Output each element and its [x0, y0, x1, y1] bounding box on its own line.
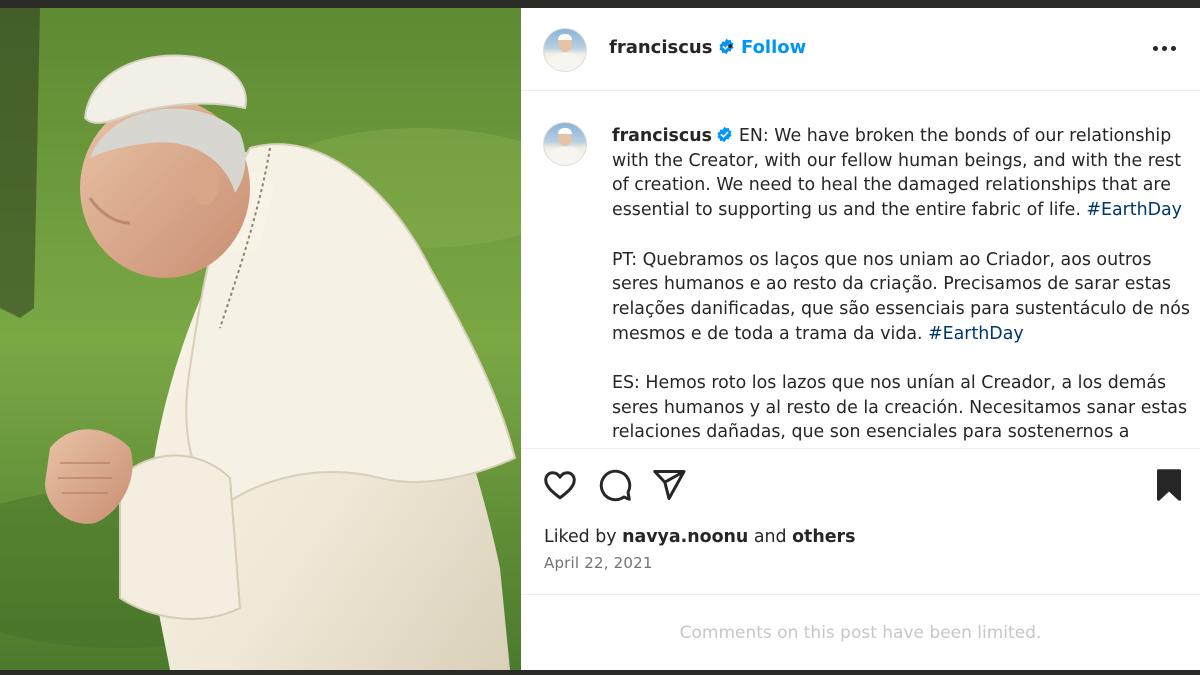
more-options-icon[interactable]	[1153, 38, 1177, 58]
top-strip	[0, 0, 1200, 8]
liked-by-user[interactable]: navya.noonu	[622, 527, 748, 547]
header-username-row: franciscus	[609, 37, 735, 58]
post-date[interactable]: April 22, 2021	[544, 554, 653, 572]
header-username[interactable]: franciscus	[609, 37, 712, 58]
actions-section: Liked by navya.noonu and others April 22…	[521, 448, 1200, 595]
caption-paragraph-pt: PT: Quebramos os laços que nos uniam ao …	[612, 248, 1192, 347]
share-icon[interactable]	[651, 467, 687, 503]
caption-paragraph-es: ES: Hemos roto los lazos que nos unían a…	[612, 371, 1192, 448]
bookmark-icon[interactable]	[1151, 467, 1187, 503]
caption-text-pt: PT: Quebramos os laços que nos uniam ao …	[612, 249, 1190, 344]
caption-avatar[interactable]	[543, 122, 587, 166]
avatar-cap	[558, 34, 572, 40]
heart-icon[interactable]	[542, 467, 578, 503]
post-photo[interactable]	[0, 8, 521, 670]
caption-area[interactable]: franciscus EN: We have broken the bonds o…	[521, 92, 1200, 448]
hashtag-link[interactable]: #EarthDay	[928, 324, 1024, 344]
avatar-body	[550, 147, 582, 165]
avatar-cap	[558, 128, 572, 134]
hashtag-link[interactable]: #EarthDay	[1086, 200, 1182, 220]
pope-praying-illustration	[0, 8, 521, 670]
caption-paragraph-en: franciscus EN: We have broken the bonds o…	[612, 124, 1192, 223]
liked-by-others[interactable]: others	[792, 527, 855, 547]
comment-icon[interactable]	[597, 467, 633, 503]
liked-by-prefix: Liked by	[544, 527, 617, 547]
verified-badge-icon	[717, 126, 732, 143]
separator-dot: •	[726, 39, 735, 55]
avatar[interactable]	[543, 28, 587, 72]
more-dot	[1162, 46, 1167, 51]
more-dot	[1171, 46, 1176, 51]
comments-limited-notice: Comments on this post have been limited.	[679, 623, 1042, 643]
follow-button[interactable]: Follow	[741, 37, 806, 58]
avatar-body	[550, 53, 582, 71]
post-panel: franciscus • Follow franciscus EN: We hav…	[521, 8, 1200, 670]
bottom-strip	[0, 670, 1200, 675]
caption-text-es: ES: Hemos roto los lazos que nos unían a…	[612, 373, 1188, 448]
liked-by-text: Liked by navya.noonu and others	[544, 527, 855, 547]
liked-by-and: and	[753, 527, 787, 547]
caption-text: franciscus EN: We have broken the bonds o…	[612, 124, 1192, 448]
post-header: franciscus • Follow	[521, 8, 1200, 91]
more-dot	[1153, 46, 1158, 51]
caption-username[interactable]: franciscus	[612, 126, 712, 146]
